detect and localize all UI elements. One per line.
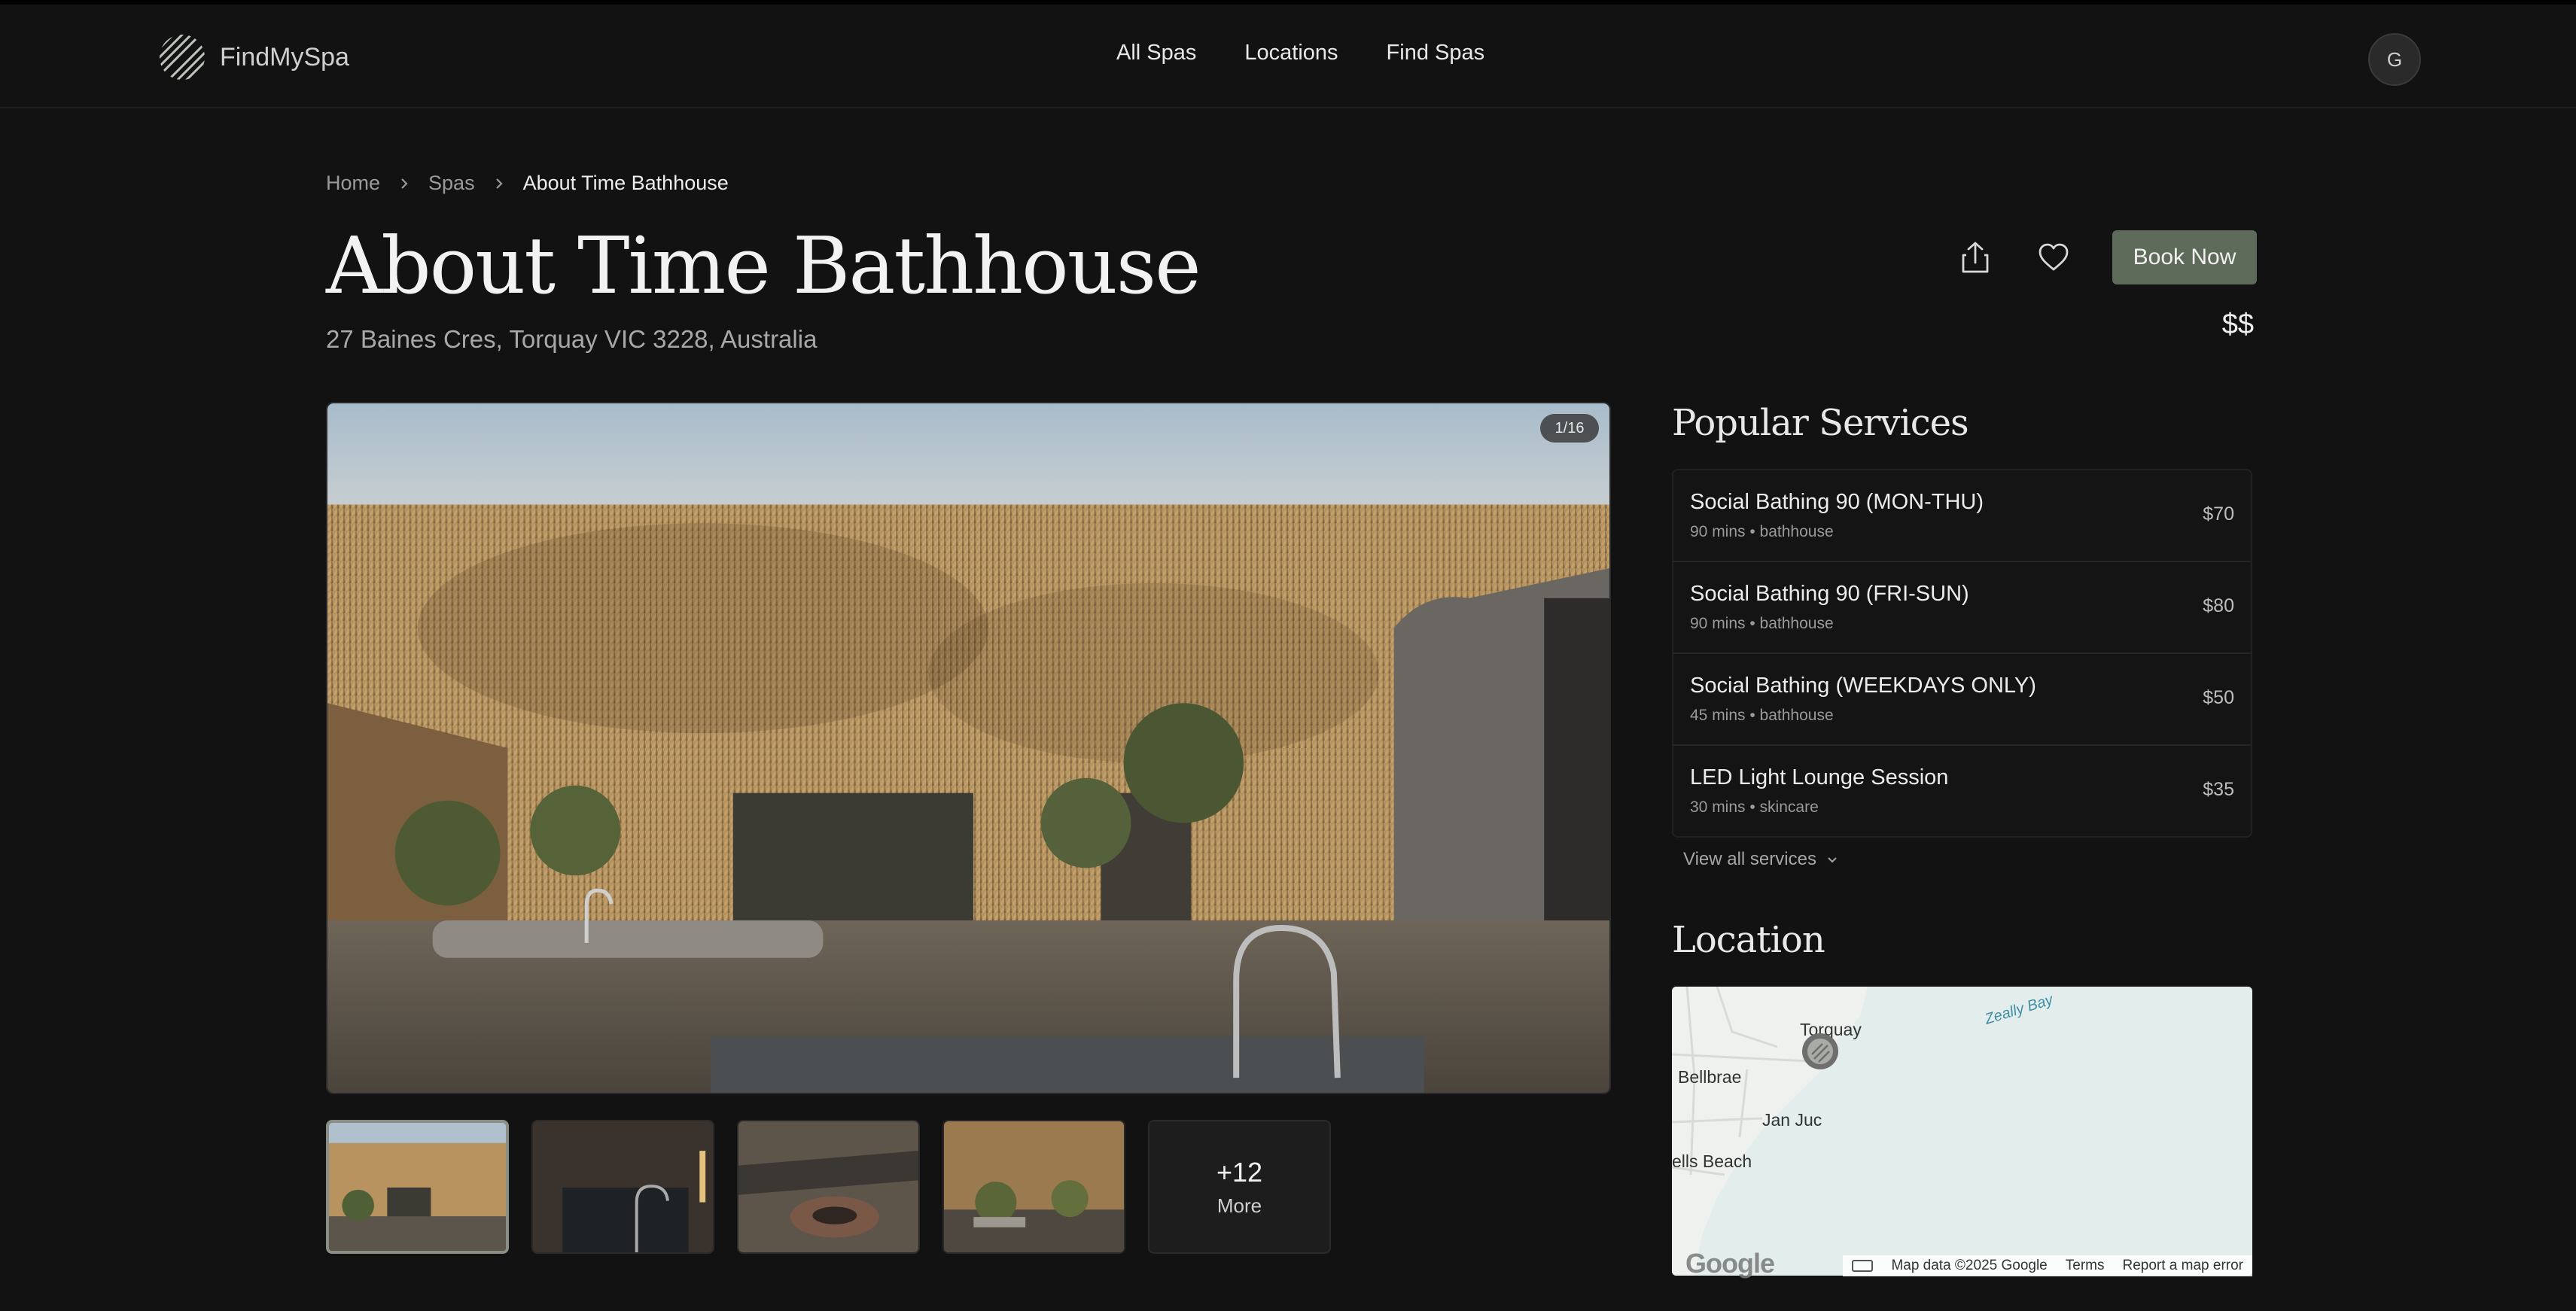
service-meta: 30 mins • skincare xyxy=(1690,798,1819,816)
map-label-torquay: Torquay xyxy=(1800,1020,1862,1039)
service-meta: 45 mins • bathhouse xyxy=(1690,707,1834,724)
chevron-down-icon xyxy=(1828,857,1837,863)
map-report-link[interactable]: Report a map error xyxy=(2122,1258,2243,1274)
google-logo: Google xyxy=(1685,1248,1775,1279)
thumbnail-3[interactable] xyxy=(737,1120,920,1254)
service-price: $80 xyxy=(2203,595,2234,616)
map-footer: Google Map data ©2025 Google Terms Repor… xyxy=(1672,1248,2252,1279)
service-item[interactable]: LED Light Lounge Session 30 mins • skinc… xyxy=(1673,746,2251,836)
share-button[interactable] xyxy=(1956,238,1995,277)
breadcrumb-current: About Time Bathhouse xyxy=(522,172,729,194)
thumbnail-image xyxy=(944,1121,1124,1252)
map-canvas: Torquay Zeally Bay Bellbrae Jan Juc ells… xyxy=(1672,987,2252,1276)
map-label-jan-juc: Jan Juc xyxy=(1762,1110,1822,1130)
map-label-bellbrae: Bellbrae xyxy=(1678,1067,1741,1087)
services-list: Social Bathing 90 (MON-THU) 90 mins • ba… xyxy=(1672,469,2252,838)
main-nav: All Spas Locations Find Spas xyxy=(1116,41,1484,65)
thumbnail-image xyxy=(738,1121,918,1252)
site-header: FindMySpa All Spas Locations Find Spas G xyxy=(0,5,2576,108)
thumbnail-2[interactable] xyxy=(531,1120,714,1254)
service-name: Social Bathing 90 (FRI-SUN) xyxy=(1690,582,1969,606)
more-photos-label: More xyxy=(1216,1194,1262,1217)
service-meta: 90 mins • bathhouse xyxy=(1690,523,1834,540)
service-item[interactable]: Social Bathing 90 (FRI-SUN) 90 mins • ba… xyxy=(1673,562,2251,654)
main-gallery-image[interactable] xyxy=(326,402,1611,1094)
keyboard-shortcuts-icon[interactable] xyxy=(1852,1260,1874,1272)
spa-address: 27 Baines Cres, Torquay VIC 3228, Austra… xyxy=(326,325,818,353)
breadcrumb: Home Spas About Time Bathhouse xyxy=(326,172,729,195)
breadcrumb-spas[interactable]: Spas xyxy=(428,172,475,195)
more-photos-button[interactable]: +12 More xyxy=(1148,1120,1331,1254)
view-all-services-link[interactable]: View all services xyxy=(1683,849,1839,870)
brand-name: FindMySpa xyxy=(220,42,349,71)
services-title: Popular Services xyxy=(1672,402,1969,444)
chevron-right-icon xyxy=(495,178,503,189)
heart-icon xyxy=(2039,243,2069,271)
thumbnail-image xyxy=(533,1121,713,1252)
map-attribution-bar: Map data ©2025 Google Terms Report a map… xyxy=(1843,1255,2252,1276)
thumbnail-4[interactable] xyxy=(942,1120,1125,1254)
map-marker-icon[interactable] xyxy=(1802,1033,1838,1069)
map-data-text: Map data ©2025 Google xyxy=(1891,1258,2048,1273)
user-avatar[interactable]: G xyxy=(2368,33,2421,86)
map-terms-link[interactable]: Terms xyxy=(2066,1258,2105,1274)
favorite-button[interactable] xyxy=(2034,238,2073,277)
service-name: Social Bathing 90 (MON-THU) xyxy=(1690,490,1984,514)
map-label-bells-beach: ells Beach xyxy=(1672,1151,1752,1171)
image-counter: 1/16 xyxy=(1540,414,1599,443)
chevron-right-icon xyxy=(401,178,408,189)
service-item[interactable]: Social Bathing (WEEKDAYS ONLY) 45 mins •… xyxy=(1673,654,2251,746)
price-level: $$ xyxy=(2221,309,2254,340)
striped-circle-logo-icon xyxy=(160,35,205,80)
gallery-thumbnails: +12 More xyxy=(326,1120,1331,1254)
location-title: Location xyxy=(1672,919,1825,961)
thumbnail-1[interactable] xyxy=(326,1120,509,1254)
bathhouse-photo xyxy=(327,403,1609,1093)
page-title: About Time Bathhouse xyxy=(326,220,1201,312)
thumbnail-image xyxy=(329,1123,506,1251)
service-meta: 90 mins • bathhouse xyxy=(1690,615,1834,632)
service-price: $70 xyxy=(2203,503,2234,525)
service-name: Social Bathing (WEEKDAYS ONLY) xyxy=(1690,674,2036,698)
book-now-button[interactable]: Book Now xyxy=(2112,230,2257,284)
nav-locations[interactable]: Locations xyxy=(1244,41,1338,65)
service-price: $50 xyxy=(2203,687,2234,708)
breadcrumb-home[interactable]: Home xyxy=(326,172,380,195)
location-map[interactable]: Torquay Zeally Bay Bellbrae Jan Juc ells… xyxy=(1672,987,2252,1276)
more-photos-count: +12 xyxy=(1216,1156,1263,1188)
service-price: $35 xyxy=(2203,779,2234,800)
share-icon xyxy=(1962,242,1989,273)
view-all-services-label: View all services xyxy=(1683,849,1816,869)
nav-find-spas[interactable]: Find Spas xyxy=(1387,41,1485,65)
service-name: LED Light Lounge Session xyxy=(1690,765,1949,789)
nav-all-spas[interactable]: All Spas xyxy=(1116,41,1196,65)
header-actions: Book Now xyxy=(1956,230,2257,284)
brand-logo[interactable]: FindMySpa xyxy=(158,33,349,81)
service-item[interactable]: Social Bathing 90 (MON-THU) 90 mins • ba… xyxy=(1673,470,2251,562)
